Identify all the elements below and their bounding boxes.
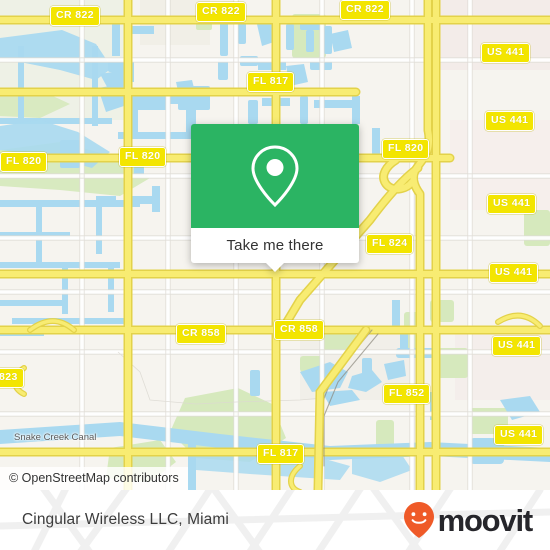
take-me-there-label: Take me there <box>226 237 324 254</box>
road-shield: FL 824 <box>366 234 414 254</box>
road-shield: CR 822 <box>50 6 101 26</box>
callout-pointer-tail <box>265 262 285 272</box>
road-shield: FL 820 <box>382 139 430 159</box>
map-pin-icon <box>251 145 299 208</box>
map-canvas[interactable]: CR 822 CR 822 CR 822 US 441 FL 817 US 441 FL 8… <box>0 0 550 490</box>
road-shield: FL 817 <box>257 444 305 464</box>
road-shield: US 441 <box>481 43 531 63</box>
road-shield: US 441 <box>485 111 535 131</box>
callout-image-panel <box>191 124 359 228</box>
moovit-logo[interactable]: moovit <box>403 501 534 539</box>
road-shield: 823 <box>0 368 24 388</box>
road-shield: FL 820 <box>119 147 167 167</box>
road-shield: CR 858 <box>274 320 325 340</box>
road-shield: FL 820 <box>0 152 48 172</box>
road-shield: US 441 <box>487 194 537 214</box>
osm-attribution[interactable]: © OpenStreetMap contributors <box>0 466 188 490</box>
callout-footer[interactable]: Take me there <box>191 228 359 272</box>
road-shield: FL 817 <box>247 72 295 92</box>
road-shield: CR 858 <box>176 324 227 344</box>
footer-bar: Cingular Wireless LLC, Miami moovit <box>0 490 550 550</box>
road-shield: US 441 <box>492 336 542 356</box>
moovit-pin-icon <box>403 502 434 538</box>
road-shield: FL 852 <box>383 384 431 404</box>
location-title: Cingular Wireless LLC, Miami <box>22 511 229 528</box>
road-shield: CR 822 <box>196 2 247 22</box>
footer-content: Cingular Wireless LLC, Miami moovit <box>0 490 550 550</box>
road-shield: US 441 <box>489 263 539 283</box>
location-callout-card[interactable]: Take me there <box>191 124 359 272</box>
road-shield: US 441 <box>494 425 544 445</box>
moovit-wordmark: moovit <box>437 502 534 538</box>
place-label: Snake Creek Canal <box>14 432 97 443</box>
map-screenshot: CR 822 CR 822 CR 822 US 441 FL 817 US 441 FL 8… <box>0 0 550 550</box>
road-shield: CR 822 <box>340 0 391 20</box>
